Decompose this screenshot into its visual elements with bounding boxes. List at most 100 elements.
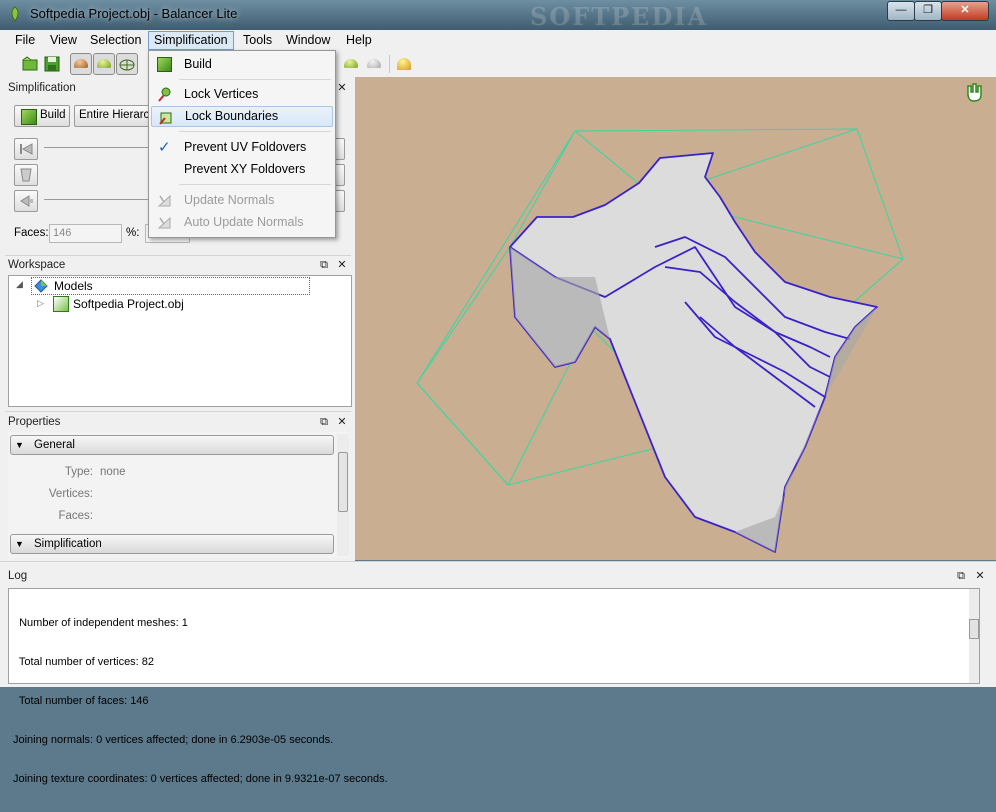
smooth-view-icon[interactable] [93, 53, 115, 75]
menu-item-prevent-xy-label: Prevent XY Foldovers [184, 162, 306, 176]
group-general-label: General [34, 439, 75, 451]
watermark: SOFTPEDIA [530, 2, 709, 31]
model-icon-button[interactable] [14, 164, 38, 186]
menu-simplification[interactable]: Simplification [148, 31, 234, 50]
menu-item-update-normals-label: Update Normals [184, 193, 275, 207]
group-general[interactable]: ▼ General [10, 435, 334, 455]
menu-help[interactable]: Help [341, 32, 377, 49]
maximize-button[interactable]: ❐ [914, 1, 942, 21]
tree-item-models-label: Models [54, 279, 93, 293]
menu-view[interactable]: View [45, 32, 82, 49]
mesh-render [416, 83, 982, 553]
panel-close-icon[interactable]: ✕ [336, 416, 348, 428]
first-step-button[interactable] [14, 138, 38, 160]
log-line: Joining texture coordinates: 0 vertices … [13, 773, 388, 785]
menu-item-build[interactable]: Build [151, 54, 333, 75]
workspace-panel-title: Workspace [8, 259, 66, 271]
workspace-tree: ◢ Models ▷ Softpedia Project.obj [8, 275, 352, 407]
simplification-panel-title: Simplification [8, 82, 76, 94]
navigation-gizmo-icon [967, 83, 982, 102]
checkmark-icon: ✓ [158, 139, 171, 156]
scrollbar-thumb[interactable] [338, 452, 348, 512]
toolbar-separator [389, 55, 390, 73]
percent-label: %: [126, 227, 140, 239]
menu-tools[interactable]: Tools [238, 32, 277, 49]
simplification-dropdown: Build Lock Vertices Lock Boundaries ✓ Pr… [148, 50, 336, 238]
panel-float-icon[interactable]: ⧉ [318, 259, 330, 271]
group-simplification[interactable]: ▼ Simplification [10, 534, 334, 554]
log-line: Total number of faces: 146 [13, 695, 149, 707]
save-icon[interactable] [42, 54, 62, 74]
shaded-view-icon[interactable] [70, 53, 92, 75]
group-collapse-icon: ▼ [15, 440, 24, 450]
menu-separator [179, 79, 331, 80]
menu-item-prevent-uv-label: Prevent UV Foldovers [184, 140, 307, 154]
tree-item-models[interactable]: Models [31, 277, 310, 295]
panel-float-icon[interactable]: ⧉ [955, 570, 967, 582]
step-back-button[interactable] [14, 190, 38, 212]
properties-panel-title: Properties [8, 416, 61, 428]
menu-item-auto-update-normals-label: Auto Update Normals [184, 215, 304, 229]
tree-item-obj[interactable]: Softpedia Project.obj [73, 297, 184, 311]
log-line: Joining normals: 0 vertices affected; do… [13, 734, 334, 746]
tree-collapse-icon[interactable]: ▷ [37, 298, 44, 309]
build-icon [157, 57, 172, 72]
menu-item-prevent-xy-foldovers[interactable]: Prevent XY Foldovers [151, 159, 333, 180]
log-panel: Log ⧉ ✕ Number of independent meshes: 1 … [0, 561, 996, 785]
title-bar: Softpedia Project.obj - Balancer Lite SO… [0, 0, 996, 31]
properties-scrollbar[interactable] [337, 434, 349, 556]
update-normals-icon [157, 193, 172, 208]
menu-window[interactable]: Window [281, 32, 335, 49]
menu-item-lock-vertices[interactable]: Lock Vertices [151, 84, 333, 105]
properties-panel-header: Properties ⧉ ✕ [5, 411, 351, 430]
log-output[interactable]: Number of independent meshes: 1 Total nu… [8, 588, 980, 785]
green-dome-icon[interactable] [341, 54, 361, 74]
properties-body: ▼ General Type: none Vertices: Faces: ▼ … [8, 432, 350, 558]
scrollbar-thumb[interactable] [969, 619, 979, 639]
yellow-dome-icon[interactable] [394, 54, 414, 74]
detail-slider-track[interactable] [44, 199, 148, 200]
open-icon[interactable] [20, 54, 40, 74]
lock-vertices-icon [157, 87, 172, 102]
hierarchy-select[interactable]: Entire Hierarch [74, 105, 150, 127]
3d-viewport[interactable] [355, 77, 996, 560]
menu-item-update-normals: Update Normals [151, 190, 333, 211]
build-button[interactable]: Build [14, 105, 70, 127]
menu-item-lock-vertices-label: Lock Vertices [184, 87, 259, 101]
workspace-panel-header: Workspace ⧉ ✕ [5, 255, 351, 274]
simplification-slider-track[interactable] [44, 147, 148, 148]
close-button[interactable]: ✕ [941, 1, 989, 21]
log-panel-title: Log [8, 570, 28, 582]
panel-close-icon[interactable]: ✕ [974, 570, 986, 582]
prop-faces-key: Faces: [58, 510, 93, 522]
minimize-button[interactable]: — [887, 1, 915, 21]
faces-field[interactable]: 146 [49, 224, 122, 243]
log-line: Total number of vertices: 82 [13, 656, 155, 668]
prop-type-value: none [100, 466, 126, 478]
panel-close-icon[interactable]: ✕ [336, 259, 348, 271]
menu-file[interactable]: File [10, 32, 40, 49]
window-title: Softpedia Project.obj - Balancer Lite [30, 6, 238, 21]
log-scrollbar[interactable] [969, 589, 979, 683]
menu-item-build-label: Build [184, 57, 212, 71]
menu-item-lock-boundaries[interactable]: Lock Boundaries [151, 106, 333, 127]
panel-close-icon[interactable]: ✕ [336, 82, 348, 94]
prop-vertices-key: Vertices: [48, 488, 93, 500]
tree-expand-icon[interactable]: ◢ [16, 279, 23, 290]
menu-selection[interactable]: Selection [85, 32, 146, 49]
menu-item-auto-update-normals: Auto Update Normals [151, 212, 333, 233]
group-simplification-label: Simplification [34, 538, 102, 550]
auto-update-normals-icon [157, 215, 172, 230]
menu-item-lock-boundaries-label: Lock Boundaries [185, 109, 279, 123]
menu-bar: File View Selection Simplification Tools… [0, 30, 996, 51]
panel-float-icon[interactable]: ⧉ [318, 416, 330, 428]
wireframe-view-icon[interactable] [116, 53, 138, 75]
build-button-label: Build [40, 109, 66, 121]
grey-dome-icon[interactable] [364, 54, 384, 74]
faces-label: Faces: [14, 227, 49, 239]
lock-boundaries-icon [158, 110, 173, 125]
log-line: Number of independent meshes: 1 [13, 617, 188, 629]
group-collapse-icon: ▼ [15, 539, 24, 549]
menu-item-prevent-uv-foldovers[interactable]: ✓ Prevent UV Foldovers [151, 137, 333, 158]
models-icon [34, 279, 48, 293]
